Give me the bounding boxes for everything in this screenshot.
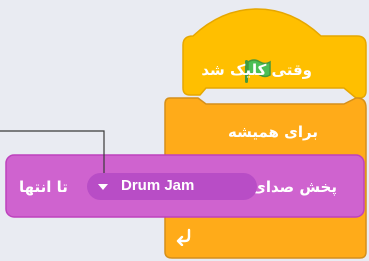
until-done-label: تا انتها: [19, 178, 68, 196]
forever-label: برای همیشه: [227, 123, 318, 141]
play-sound-label: پخش صدای: [252, 178, 337, 196]
sound-dropdown-value: Drum Jam: [121, 177, 195, 194]
when-flag-clicked-label: وقتی کلیک شد: [201, 61, 312, 79]
sound-dropdown[interactable]: Drum Jam: [87, 173, 257, 200]
when-flag-clicked-block[interactable]: [182, 8, 367, 99]
repeat-arrow-icon: [176, 228, 191, 246]
dropdown-caret-icon[interactable]: [98, 184, 108, 190]
